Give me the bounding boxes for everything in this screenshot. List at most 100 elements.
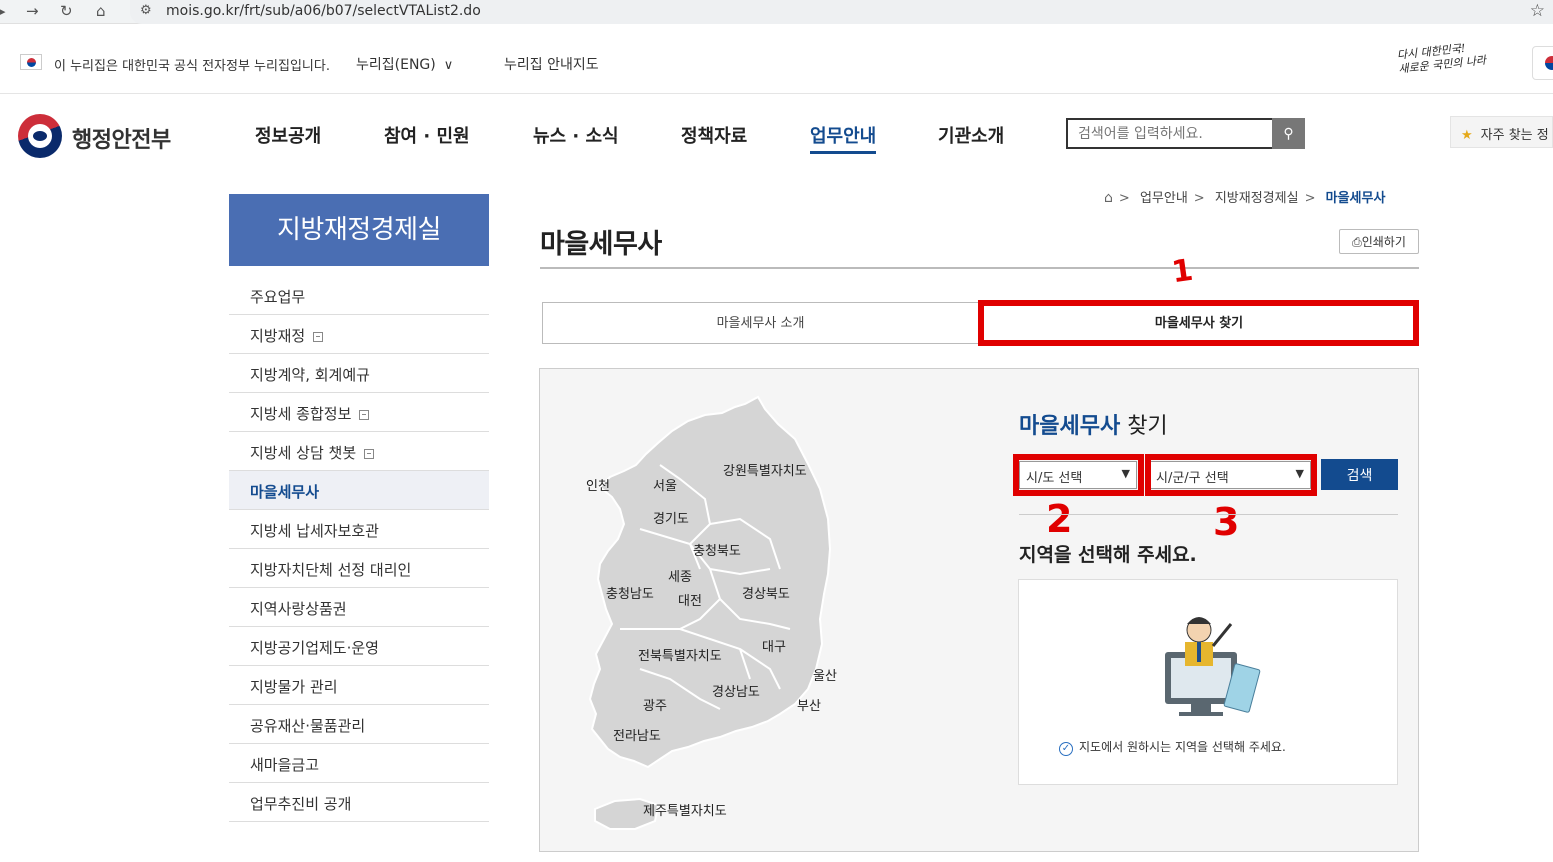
region-gyeongnam[interactable]: 경상남도 (712, 681, 760, 700)
annotation-number-3: 3 (1213, 500, 1240, 544)
sidebar-item-label: 지방계약, 회계예규 (250, 366, 370, 384)
sidebar-item-public-property[interactable]: 공유재산·물품관리 (229, 705, 489, 744)
sidebar-item-village-tax[interactable]: 마을세무사 (229, 471, 489, 510)
gnb-news[interactable]: 뉴스 · 소식 (533, 122, 619, 148)
sidebar-item-label: 지방물가 관리 (250, 678, 338, 696)
sidebar-item-saemaul[interactable]: 새마을금고 (229, 744, 489, 783)
gnb-info-disclosure[interactable]: 정보공개 (255, 122, 321, 148)
annotation-number-2: 2 (1046, 497, 1073, 541)
logo-text[interactable]: 행정안전부 (72, 122, 171, 154)
gov-notice-text: 이 누리집은 대한민국 공식 전자정부 누리집입니다. (54, 59, 330, 74)
annotation-box-2 (1013, 454, 1144, 496)
region-gwangju[interactable]: 광주 (643, 695, 667, 714)
home-icon[interactable]: ⌂ (96, 2, 106, 20)
map-landmass (588, 395, 832, 769)
region-gyeonggi[interactable]: 경기도 (653, 508, 689, 527)
sidebar-item-label: 마을세무사 (250, 483, 320, 501)
nuri-eng-label: 누리집(ENG) (356, 57, 436, 73)
sidebar-item-agent[interactable]: 지방자치단체 선정 대리인 (229, 549, 489, 588)
korean-flag-icon (20, 54, 42, 70)
sidebar-item-label: 새마을금고 (250, 756, 320, 774)
bookmark-star-icon[interactable]: ☆ (1530, 1, 1545, 21)
address-bar[interactable]: ⚙ mois.go.kr/frt/sub/a06/b07/selectVTALi… (130, 0, 1553, 24)
search-submit-button[interactable]: 검색 (1321, 459, 1398, 490)
region-gangwon[interactable]: 강원특별자치도 (723, 460, 807, 479)
home-icon[interactable]: ⌂ (1104, 190, 1113, 206)
sidebar-item-main-work[interactable]: 주요업무 (229, 276, 489, 315)
sidebar-item-tax-info[interactable]: 지방세 종합정보 (229, 393, 489, 432)
gnb-about[interactable]: 기관소개 (938, 122, 1004, 148)
finder-title: 마을세무사 찾기 (1019, 408, 1168, 440)
sidebar-item-label: 업무추진비 공개 (250, 795, 352, 813)
flag-emblem-icon (1532, 46, 1553, 80)
check-circle-icon: ✓ (1059, 742, 1073, 756)
site-header: 행정안전부 정보공개 참여 · 민원 뉴스 · 소식 정책자료 업무안내 기관소… (0, 94, 1553, 174)
url-text[interactable]: mois.go.kr/frt/sub/a06/b07/selectVTAList… (166, 3, 481, 19)
annotation-box-3 (1145, 454, 1317, 496)
region-jeonbuk[interactable]: 전북특별자치도 (638, 645, 722, 664)
region-gyeongbuk[interactable]: 경상북도 (742, 583, 790, 602)
sidebar-item-label: 지방재정 (250, 327, 306, 345)
sidebar-item-prices[interactable]: 지방물가 관리 (229, 666, 489, 705)
sidebar-item-tax-chatbot[interactable]: 지방세 상담 챗봇 (229, 432, 489, 471)
sidebar-item-expenses[interactable]: 업무추진비 공개 (229, 783, 489, 822)
gnb-participation[interactable]: 참여 · 민원 (384, 122, 470, 148)
finder-title-accent: 마을세무사 (1019, 414, 1121, 439)
search-button[interactable]: ⚲ (1272, 118, 1305, 149)
search-icon: ⚲ (1283, 125, 1294, 141)
sidebar-item-label: 공유재산·물품관리 (250, 717, 366, 735)
sidebar-item-label: 지방세 상담 챗봇 (250, 444, 357, 462)
sidebar-menu: 주요업무 지방재정 지방계약, 회계예규 지방세 종합정보 지방세 상담 챗봇 … (229, 276, 489, 822)
back-icon[interactable]: ▸ (0, 2, 6, 20)
favorites-button[interactable]: ★ 자주 찾는 정 (1450, 116, 1553, 148)
sidebar-item-public-enterprise[interactable]: 지방공기업제도·운영 (229, 627, 489, 666)
breadcrumb-item[interactable]: 업무안내 (1140, 191, 1188, 206)
breadcrumb: ⌂ > 업무안내 > 지방재정경제실 > 마을세무사 (1104, 190, 1386, 206)
sidebar-item-label: 지방세 납세자보호관 (250, 522, 379, 540)
printer-icon: ⎙ (1352, 235, 1362, 249)
star-icon: ★ (1461, 128, 1473, 143)
expand-icon[interactable] (313, 331, 324, 342)
region-chungbuk[interactable]: 충청북도 (693, 540, 741, 559)
print-label: 인쇄하기 (1361, 235, 1406, 249)
region-daegu[interactable]: 대구 (762, 636, 786, 655)
gov-banner: 이 누리집은 대한민국 공식 전자정부 누리집입니다. 누리집(ENG) ∨ 누리… (0, 24, 1553, 94)
forward-icon[interactable]: → (26, 2, 39, 20)
region-jeonnam[interactable]: 전라남도 (613, 725, 661, 744)
sidebar-item-local-finance[interactable]: 지방재정 (229, 315, 489, 354)
annotation-box-1 (978, 300, 1419, 346)
reload-icon[interactable]: ↻ (60, 2, 73, 20)
gnb-policy[interactable]: 정책자료 (681, 122, 747, 148)
region-chungnam[interactable]: 충청남도 (606, 583, 654, 602)
region-daejeon[interactable]: 대전 (678, 590, 702, 609)
region-seoul[interactable]: 서울 (653, 475, 677, 494)
mois-logo-icon[interactable] (18, 114, 62, 158)
tab-intro[interactable]: 마을세무사 소개 (542, 302, 979, 344)
region-ulsan[interactable]: 울산 (813, 665, 837, 684)
browser-toolbar: ▸ → ↻ ⌂ ⚙ mois.go.kr/frt/sub/a06/b07/sel… (0, 0, 1553, 24)
sidebar-item-label: 지역사랑상품권 (250, 600, 347, 618)
region-incheon[interactable]: 인천 (586, 475, 610, 494)
print-button[interactable]: ⎙인쇄하기 (1339, 229, 1419, 254)
expand-icon[interactable] (359, 409, 370, 420)
region-jeju[interactable]: 제주특별자치도 (643, 800, 727, 819)
region-sejong[interactable]: 세종 (668, 566, 692, 585)
tax-advisor-illustration (1165, 617, 1261, 716)
sidebar-item-label: 지방세 종합정보 (250, 405, 352, 423)
site-info-icon[interactable]: ⚙ (140, 3, 152, 18)
slogan-logo: 다시 대한민국! 새로운 국민의 나라 (1396, 39, 1491, 84)
sidebar-item-gift-voucher[interactable]: 지역사랑상품권 (229, 588, 489, 627)
title-divider (540, 267, 1419, 269)
expand-icon[interactable] (364, 448, 375, 459)
breadcrumb-item[interactable]: 지방재정경제실 (1215, 191, 1299, 206)
gnb-work-guide[interactable]: 업무안내 (810, 122, 877, 154)
search-input[interactable] (1066, 118, 1273, 149)
region-busan[interactable]: 부산 (797, 695, 821, 714)
sidebar-item-label: 지방자치단체 선정 대리인 (250, 561, 412, 579)
sidebar-item-taxpayer-protector[interactable]: 지방세 납세자보호관 (229, 510, 489, 549)
sidebar-item-contracts[interactable]: 지방계약, 회계예규 (229, 354, 489, 393)
info-note: ✓ 지도에서 원하시는 지역을 선택해 주세요. (1059, 738, 1286, 756)
sidebar-item-label: 주요업무 (250, 288, 306, 306)
nuri-eng-toggle[interactable]: 누리집(ENG) ∨ (356, 54, 453, 74)
nuri-guide-link[interactable]: 누리집 안내지도 (504, 54, 599, 74)
